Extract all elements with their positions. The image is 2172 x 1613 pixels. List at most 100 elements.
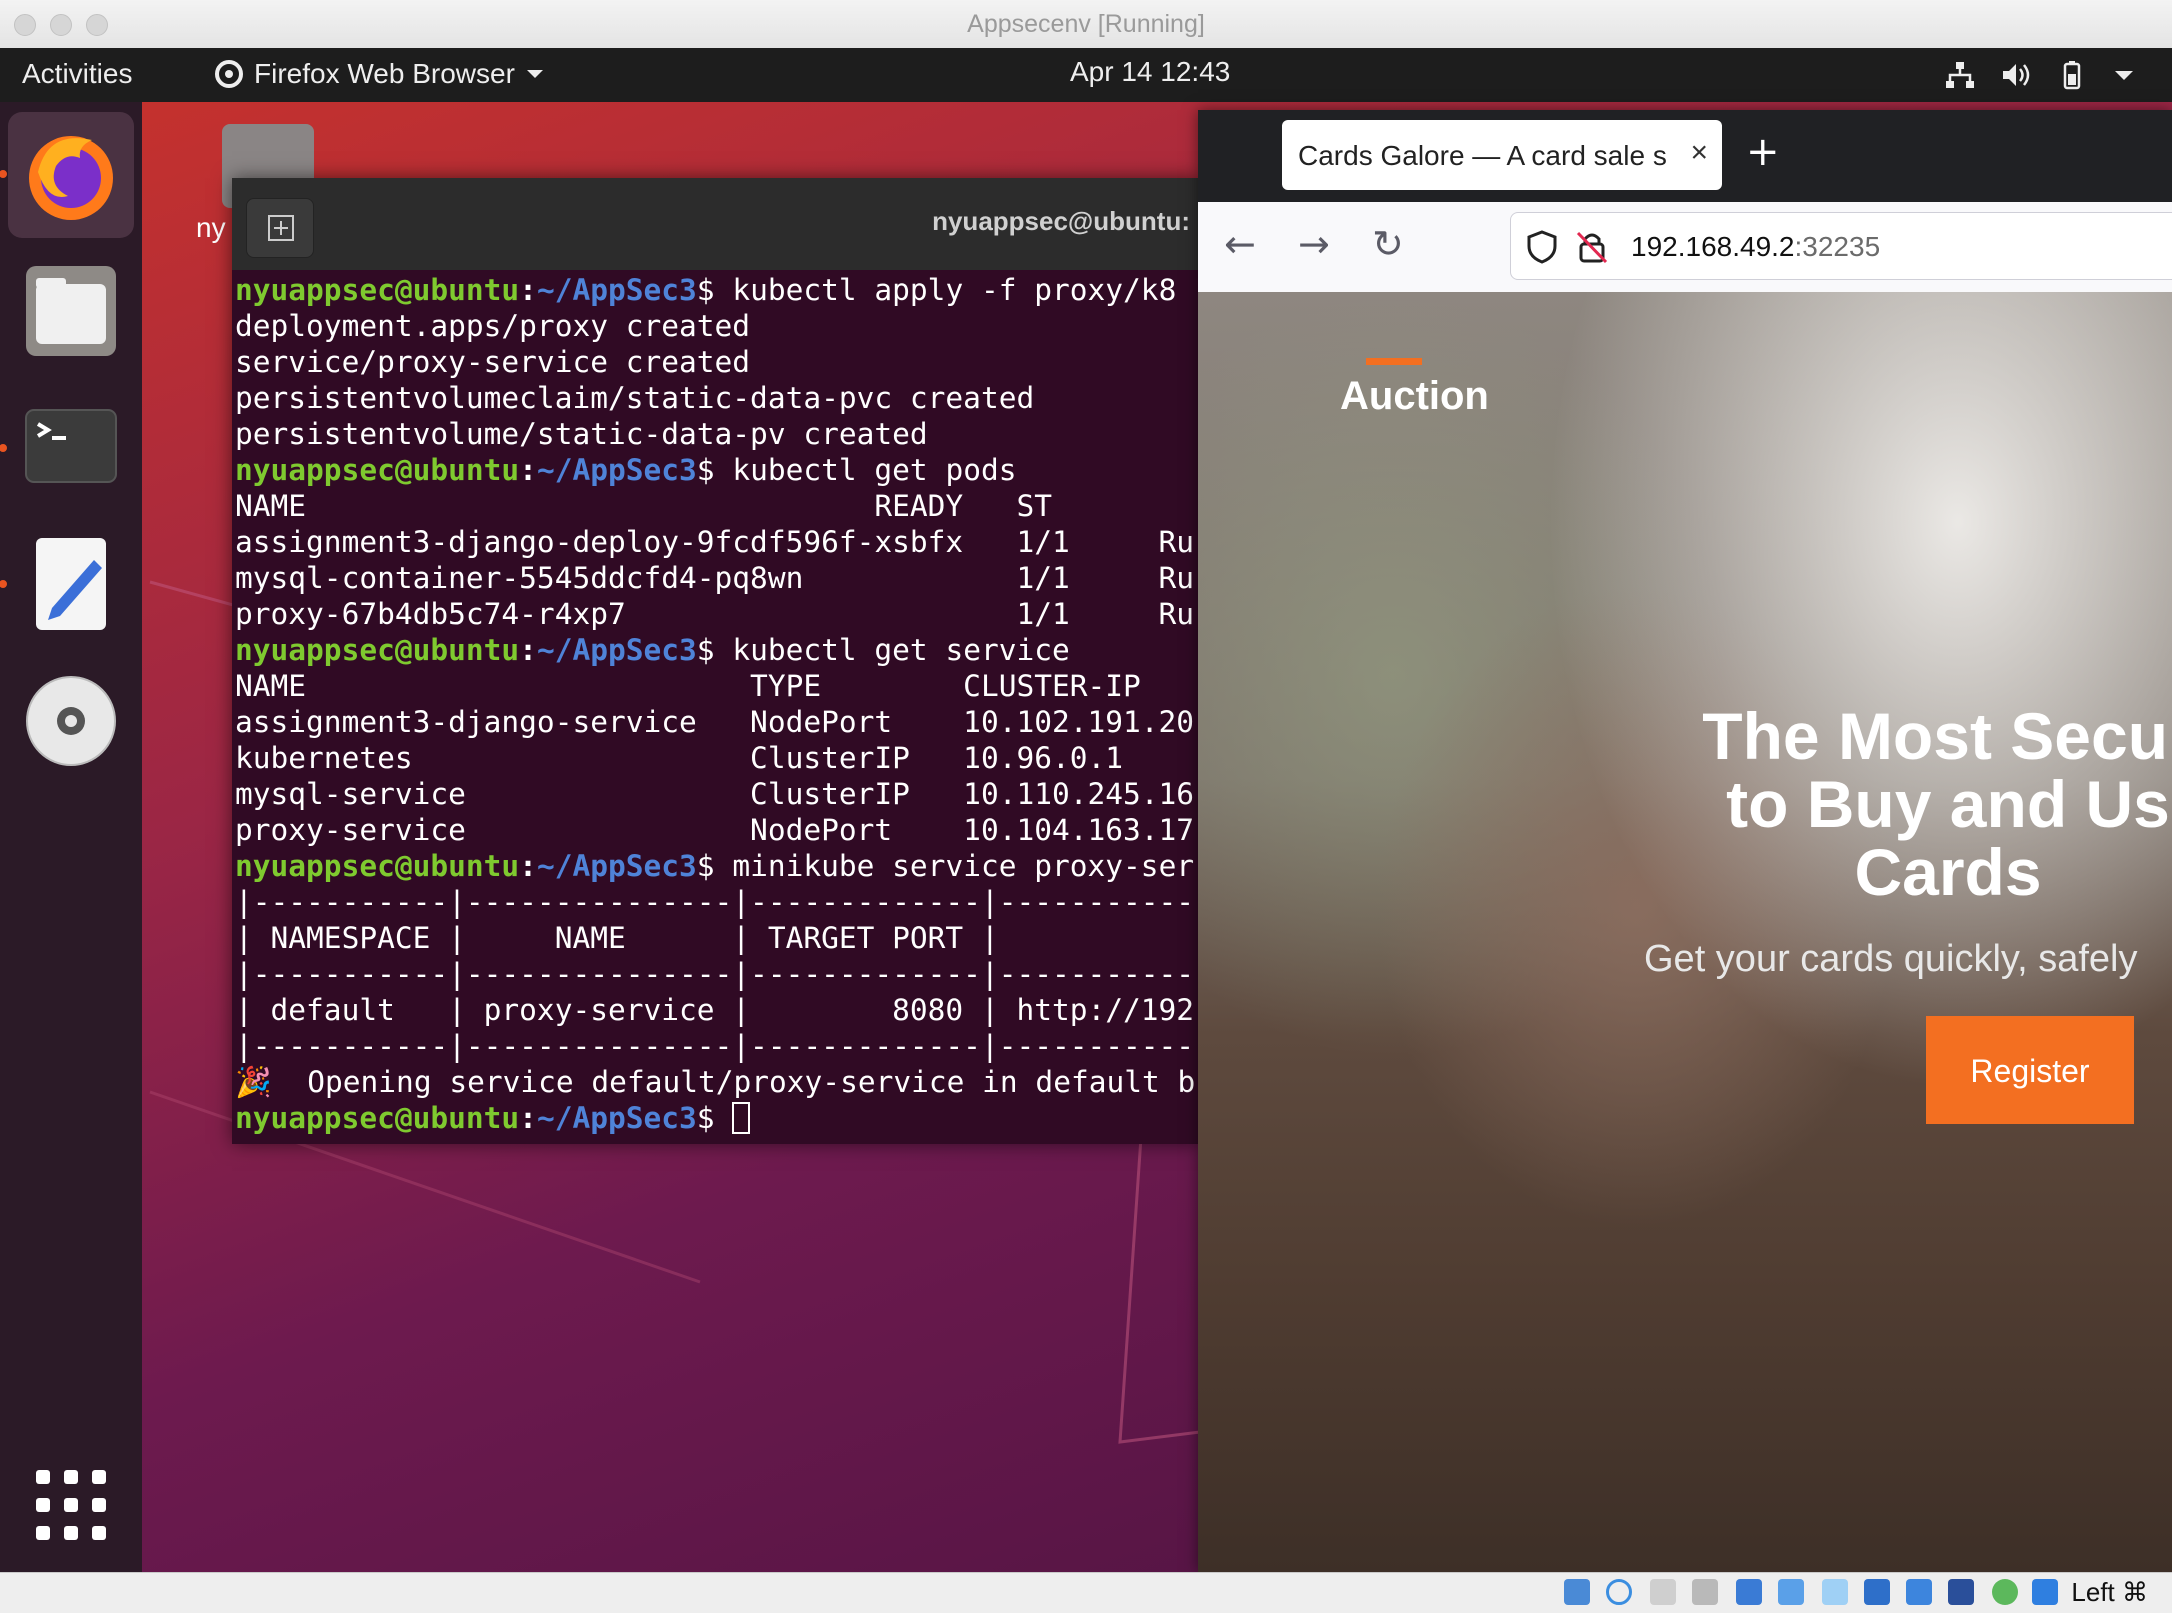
dock-files[interactable] xyxy=(8,248,134,374)
output-text: proxy-67b4db5c74-r4xp7 1/1 Ru xyxy=(235,597,1195,631)
dock-text-editor[interactable] xyxy=(8,522,134,648)
activities-button[interactable]: Activities xyxy=(22,58,132,90)
output-text: |-----------|---------------|-----------… xyxy=(235,957,1195,991)
terminal-line: assignment3-django-service NodePort 10.1… xyxy=(235,704,1197,740)
forward-button[interactable]: → xyxy=(1298,224,1330,264)
terminal-window[interactable]: nyuappsec@ubuntu: nyuappsec@ubuntu:~/App… xyxy=(232,178,1200,1144)
prompt-colon: : xyxy=(519,849,537,883)
output-text: assignment3-django-deploy-9fcdf596f-xsbf… xyxy=(235,525,1195,559)
prompt-path: ~/AppSec3 xyxy=(536,633,697,667)
terminal-line: deployment.apps/proxy created xyxy=(235,308,1197,344)
volume-icon xyxy=(2000,60,2032,90)
prompt-user: nyuappsec@ubuntu xyxy=(235,849,520,883)
output-text: 🎉 Opening service default/proxy-service … xyxy=(235,1065,1196,1099)
register-button[interactable]: Register xyxy=(1926,1016,2134,1124)
output-text: | default | proxy-service | 8080 | http:… xyxy=(235,993,1195,1027)
hero-title-line-2: to Buy and Us xyxy=(1726,767,2170,841)
prompt-user: nyuappsec@ubuntu xyxy=(235,273,520,307)
command-text: $ minikube service proxy-ser xyxy=(696,849,1195,883)
hero-subtitle: Get your cards quickly, safely xyxy=(1644,938,2138,980)
hero-title-line-1: The Most Secur xyxy=(1702,699,2172,773)
dock xyxy=(0,102,142,1572)
firefox-icon xyxy=(29,136,113,220)
dock-optical-drive[interactable] xyxy=(8,658,134,784)
text-editor-icon xyxy=(36,538,106,630)
show-applications-grid-icon[interactable] xyxy=(36,1470,106,1540)
shared-folders-icon[interactable] xyxy=(1822,1579,1848,1605)
hard-disk-icon[interactable] xyxy=(1564,1579,1590,1605)
video-capture-icon[interactable] xyxy=(1906,1579,1932,1605)
host-window-title: Appsecenv [Running] xyxy=(967,10,1205,38)
terminal-cursor xyxy=(732,1102,751,1134)
usb-icon[interactable] xyxy=(1778,1579,1804,1605)
terminal-line: nyuappsec@ubuntu:~/AppSec3$ minikube ser… xyxy=(235,848,1197,884)
terminal-line: assignment3-django-deploy-9fcdf596f-xsbf… xyxy=(235,524,1197,560)
prompt-path: ~/AppSec3 xyxy=(536,273,697,307)
running-indicator xyxy=(0,444,7,452)
host-key-label: Left ⌘ xyxy=(2071,1577,2148,1607)
site-brand[interactable]: Auction xyxy=(1340,374,1489,419)
output-text: | NAMESPACE | NAME | TARGET PORT | xyxy=(235,921,999,955)
prompt-user: nyuappsec@ubuntu xyxy=(235,453,520,487)
terminal-line: nyuappsec@ubuntu:~/AppSec3$ kubectl appl… xyxy=(235,272,1197,308)
prompt-user: nyuappsec@ubuntu xyxy=(235,1101,520,1135)
running-indicator xyxy=(0,170,7,178)
output-text: NAME READY ST xyxy=(235,489,1052,523)
output-text: service/proxy-service created xyxy=(235,345,751,379)
command-text: $ kubectl apply -f proxy/k8 xyxy=(696,273,1177,307)
reload-button[interactable]: ↻ xyxy=(1372,224,1404,264)
dock-firefox[interactable] xyxy=(8,112,134,238)
hero-title-line-3: Cards xyxy=(1854,835,2042,909)
mouse-integration-icon[interactable] xyxy=(2032,1579,2058,1605)
cpu-icon[interactable] xyxy=(1948,1579,1974,1605)
terminal-line: |-----------|---------------|-----------… xyxy=(235,1028,1197,1064)
browser-tab[interactable]: Cards Galore — A card sale s × xyxy=(1282,120,1722,190)
system-tray[interactable] xyxy=(1944,60,2144,90)
output-text: persistentvolume/static-data-pv created xyxy=(235,417,928,451)
page-content: Auction The Most Secur to Buy and Us Car… xyxy=(1198,292,2172,1572)
output-text: mysql-service ClusterIP 10.110.245.16 xyxy=(235,777,1195,811)
terminal-line: kubernetes ClusterIP 10.96.0.1 xyxy=(235,740,1197,776)
terminal-line: nyuappsec@ubuntu:~/AppSec3$ kubectl get … xyxy=(235,632,1197,668)
prompt-colon: : xyxy=(519,1101,537,1135)
prompt-colon: : xyxy=(519,273,537,307)
url-host: 192.168.49.2 xyxy=(1631,231,1795,262)
terminal-line: | NAMESPACE | NAME | TARGET PORT | xyxy=(235,920,1197,956)
chevron-down-icon xyxy=(526,70,543,78)
guest-additions-icon[interactable] xyxy=(1992,1579,2018,1605)
dock-terminal[interactable] xyxy=(8,384,134,510)
app-menu-label: Firefox Web Browser xyxy=(254,58,515,89)
ubuntu-top-bar: Activities Firefox Web Browser Apr 14 12… xyxy=(0,48,2172,102)
new-terminal-tab-button[interactable] xyxy=(246,198,314,258)
optical-drive-icon[interactable] xyxy=(1606,1579,1632,1605)
terminal-line: proxy-service NodePort 10.104.163.17 xyxy=(235,812,1197,848)
terminal-output[interactable]: nyuappsec@ubuntu:~/AppSec3$ kubectl appl… xyxy=(235,270,1197,1140)
firefox-small-icon xyxy=(215,60,243,88)
command-text: $ kubectl get service xyxy=(696,633,1070,667)
battery-icon xyxy=(2056,60,2088,90)
new-tab-button[interactable]: + xyxy=(1746,132,1780,172)
prompt-colon: : xyxy=(519,633,537,667)
floppy-icon[interactable] xyxy=(1650,1579,1676,1605)
network-adapter-icon[interactable] xyxy=(1736,1579,1762,1605)
clock[interactable]: Apr 14 12:43 xyxy=(1070,56,1230,88)
back-button[interactable]: ← xyxy=(1224,224,1256,264)
prompt-path: ~/AppSec3 xyxy=(536,453,697,487)
close-tab-icon[interactable]: × xyxy=(1690,136,1708,170)
terminal-line: 🎉 Opening service default/proxy-service … xyxy=(235,1064,1197,1100)
terminal-line: NAME TYPE CLUSTER-IP xyxy=(235,668,1197,704)
url-bar[interactable]: 192.168.49.2:32235 xyxy=(1510,212,2172,280)
prompt-path: ~/AppSec3 xyxy=(536,849,697,883)
url-text[interactable]: 192.168.49.2:32235 xyxy=(1631,231,1880,263)
terminal-line: mysql-service ClusterIP 10.110.245.16 xyxy=(235,776,1197,812)
tab-strip: Cards Galore — A card sale s × + xyxy=(1198,110,2172,202)
terminal-line: |-----------|---------------|-----------… xyxy=(235,956,1197,992)
new-tab-icon xyxy=(268,215,294,241)
prompt-path: ~/AppSec3 xyxy=(536,1101,697,1135)
terminal-headerbar: nyuappsec@ubuntu: xyxy=(232,178,1200,270)
audio-icon[interactable] xyxy=(1692,1579,1718,1605)
display-icon[interactable] xyxy=(1864,1579,1890,1605)
network-icon xyxy=(1944,60,1976,90)
app-menu[interactable]: Firefox Web Browser xyxy=(214,58,545,90)
terminal-line: NAME READY ST xyxy=(235,488,1197,524)
